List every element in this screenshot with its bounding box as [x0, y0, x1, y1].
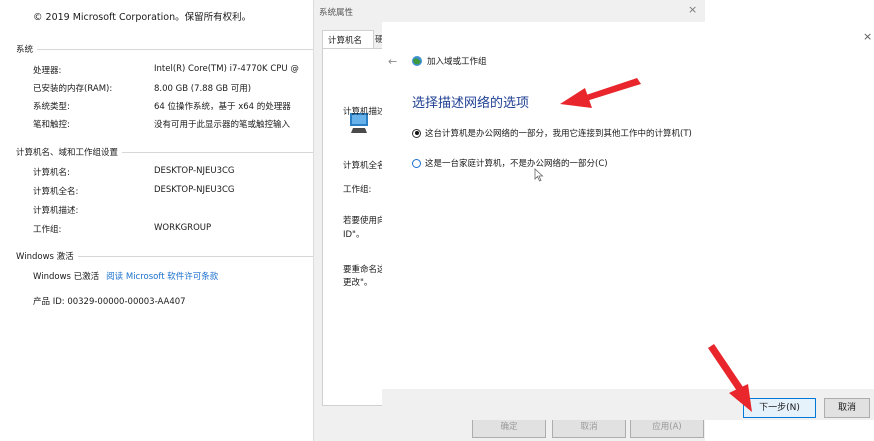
- back-arrow-icon[interactable]: ←: [388, 55, 397, 68]
- section-activation-header: Windows 激活: [16, 250, 316, 262]
- tab-computer-name[interactable]: 计算机名: [322, 30, 374, 48]
- dialog-fullname-label: 计算机全名: [343, 161, 386, 171]
- option-home-label: 这是一台家庭计算机，不是办公网络的一部分(C): [425, 159, 608, 169]
- option-home-computer[interactable]: 这是一台家庭计算机，不是办公网络的一部分(C): [412, 157, 608, 169]
- option-office-label: 这台计算机是办公网络的一部分，我用它连接到其他工作中的计算机(T): [425, 129, 692, 139]
- pen-touch-label: 笔和触控:: [33, 120, 70, 130]
- system-type-value: 64 位操作系统，基于 x64 的处理器: [154, 102, 291, 112]
- product-id: 产品 ID: 00329-00000-00003-AA407: [33, 297, 186, 307]
- description-row: 计算机描述:: [33, 204, 154, 216]
- mouse-cursor-icon: [534, 168, 544, 182]
- section-computer-header: 计算机名、域和工作组设置: [16, 146, 316, 158]
- choose-network-heading: 选择描述网络的选项: [412, 96, 530, 111]
- ram-value: 8.00 GB (7.88 GB 可用): [154, 84, 252, 94]
- section-system-header: 系统: [16, 43, 316, 55]
- divider: [37, 48, 316, 50]
- full-name-label: 计算机全名:: [33, 187, 79, 197]
- wizard-title: 加入域或工作组: [427, 57, 487, 67]
- wizard-cancel-button[interactable]: 取消: [824, 398, 870, 418]
- workgroup-value: WORKGROUP: [154, 223, 212, 233]
- full-name-row: 计算机全名: DESKTOP-NJEU3CG: [33, 185, 235, 197]
- copyright-text: © 2019 Microsoft Corporation。保留所有权利。: [33, 12, 252, 23]
- processor-row: 处理器: Intel(R) Core(TM) i7-4770K CPU @: [33, 64, 299, 76]
- dialog-title: 系统属性: [319, 8, 354, 18]
- license-terms-link[interactable]: 阅读 Microsoft 软件许可条款: [106, 270, 218, 282]
- workgroup-label: 工作组:: [33, 225, 62, 235]
- domain-hint-line2: ID"。: [343, 230, 365, 240]
- system-info-page: © 2019 Microsoft Corporation。保留所有权利。 系统 …: [0, 0, 316, 441]
- wizard-close-icon[interactable]: ×: [863, 30, 872, 43]
- activation-row: Windows 已激活 阅读 Microsoft 软件许可条款: [33, 270, 218, 282]
- network-globe-icon: [412, 56, 422, 66]
- join-domain-wizard: × ← 加入域或工作组 选择描述网络的选项 这台计算机是办公网络的一部分，我用它…: [382, 22, 874, 420]
- domain-hint-line1: 若要使用向: [343, 216, 386, 226]
- divider: [122, 151, 316, 153]
- dialog-workgroup-label: 工作组:: [343, 185, 372, 195]
- next-button[interactable]: 下一步(N): [743, 398, 816, 418]
- computer-name-label: 计算机名:: [33, 168, 70, 178]
- product-id-row: 产品 ID: 00329-00000-00003-AA407: [33, 295, 186, 307]
- section-computer-title: 计算机名、域和工作组设置: [16, 148, 119, 158]
- computer-name-row: 计算机名: DESKTOP-NJEU3CG: [33, 166, 235, 178]
- ram-row: 已安装的内存(RAM): 8.00 GB (7.88 GB 可用): [33, 82, 251, 94]
- dialog-desc-label: 计算机描述: [343, 107, 386, 117]
- pen-touch-row: 笔和触控: 没有可用于此显示器的笔或触控输入: [33, 118, 290, 130]
- divider: [77, 255, 316, 257]
- full-name-value: DESKTOP-NJEU3CG: [154, 185, 235, 195]
- rename-hint-line2: 更改"。: [343, 278, 373, 288]
- option-office-network[interactable]: 这台计算机是办公网络的一部分，我用它连接到其他工作中的计算机(T): [412, 127, 692, 139]
- pen-touch-value: 没有可用于此显示器的笔或触控输入: [154, 120, 291, 130]
- activation-status: Windows 已激活: [33, 272, 100, 282]
- ram-label: 已安装的内存(RAM):: [33, 84, 113, 94]
- radio-selected-icon[interactable]: [412, 128, 421, 138]
- workgroup-row: 工作组: WORKGROUP: [33, 223, 211, 235]
- rename-hint-line1: 要重命名这: [343, 265, 386, 275]
- section-activation-title: Windows 激活: [16, 252, 74, 262]
- computer-name-value: DESKTOP-NJEU3CG: [154, 166, 235, 176]
- processor-label: 处理器:: [33, 66, 62, 76]
- processor-value: Intel(R) Core(TM) i7-4770K CPU @: [154, 64, 299, 74]
- dialog-close-icon[interactable]: ×: [688, 3, 697, 16]
- system-type-row: 系统类型: 64 位操作系统，基于 x64 的处理器: [33, 100, 291, 112]
- description-label: 计算机描述:: [33, 206, 79, 216]
- section-system-title: 系统: [16, 45, 34, 55]
- radio-unselected-icon[interactable]: [412, 158, 421, 168]
- system-type-label: 系统类型:: [33, 102, 70, 112]
